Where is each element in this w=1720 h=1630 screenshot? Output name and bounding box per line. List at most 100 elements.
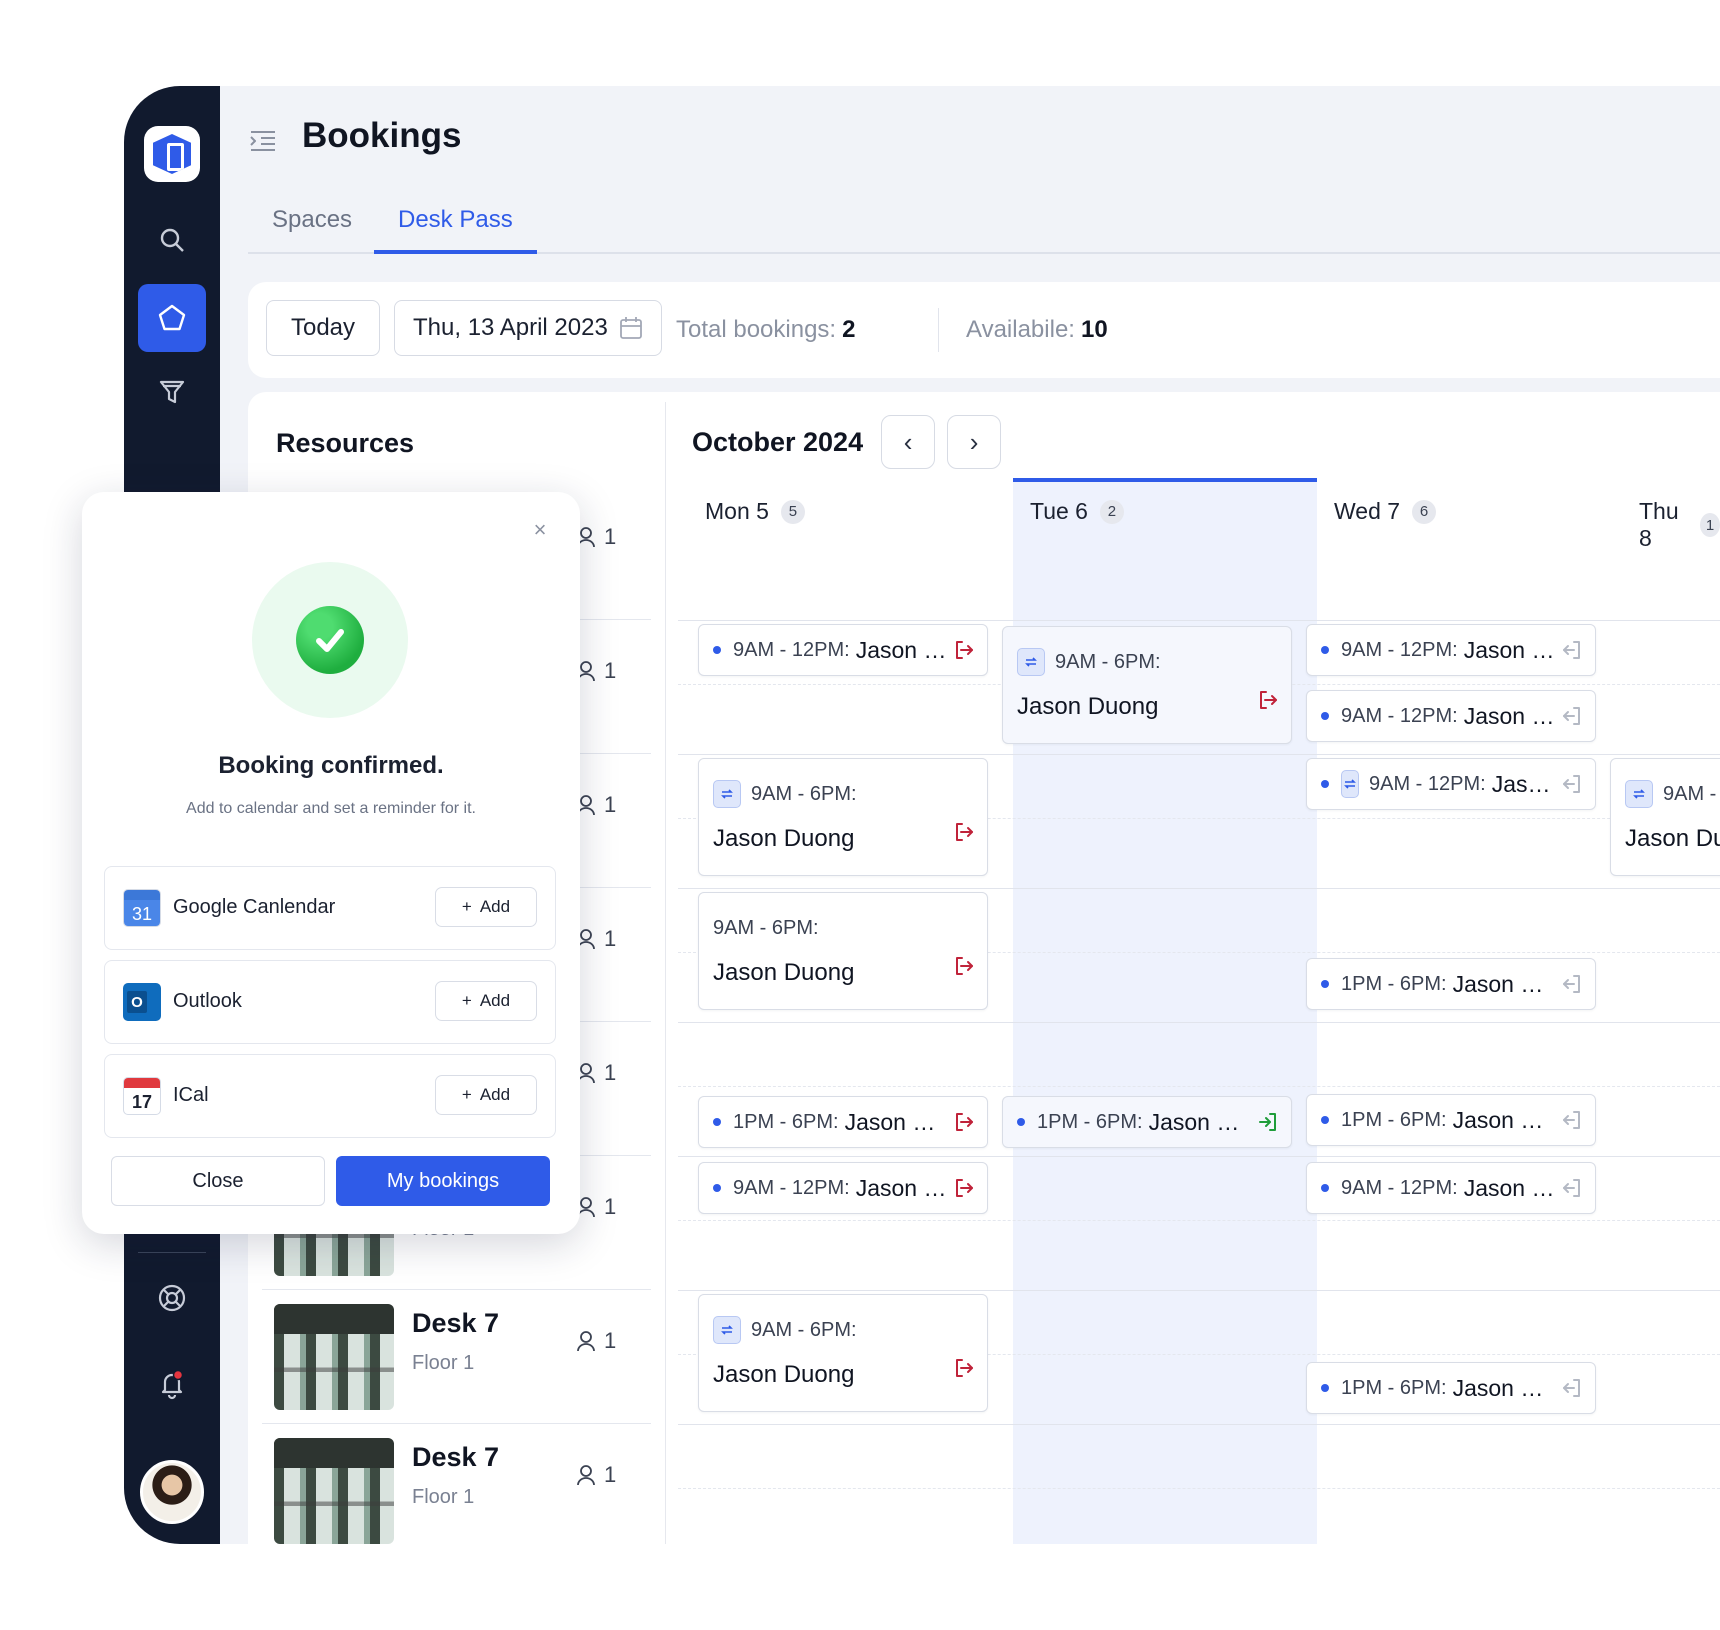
check-out-disabled xyxy=(1559,1375,1585,1401)
desk-capacity: 1 xyxy=(576,1194,616,1220)
day-count-badge: 1 xyxy=(1700,513,1720,537)
plus-icon: + xyxy=(461,897,472,916)
person-icon xyxy=(577,1331,595,1352)
prev-month-button[interactable]: ‹ xyxy=(881,415,936,469)
tab-spaces[interactable]: Spaces xyxy=(272,196,352,254)
status-dot xyxy=(1321,780,1329,788)
desk-capacity: 1 xyxy=(576,926,616,952)
booking-card[interactable]: 1PM - 6PM: Jason Duong xyxy=(1306,1362,1596,1414)
recurring-icon xyxy=(1625,780,1653,808)
booking-card[interactable]: 9AM - 6PM: Jason Duong xyxy=(1610,758,1720,876)
sidebar-divider xyxy=(138,1252,206,1253)
status-dot xyxy=(1321,712,1329,720)
check-out-disabled xyxy=(1559,1175,1585,1201)
next-month-button[interactable]: › xyxy=(947,415,1002,469)
booking-card[interactable]: 9AM - 12PM: Jason Duong xyxy=(698,624,988,676)
outlook-icon: O xyxy=(123,983,161,1021)
tab-bar: Spaces Desk Pass xyxy=(248,196,1720,254)
check-out-icon xyxy=(1260,691,1277,709)
sidebar-item-support[interactable] xyxy=(138,1264,206,1332)
my-bookings-button[interactable]: My bookings xyxy=(336,1156,550,1206)
check-out-icon xyxy=(956,1359,973,1377)
grid-line xyxy=(678,1488,1720,1489)
sidebar-item-home[interactable] xyxy=(138,284,206,352)
success-halo xyxy=(252,562,408,718)
status-dot xyxy=(1321,980,1329,988)
booking-card[interactable]: 9AM - 12PM: Jason Duong xyxy=(1306,1162,1596,1214)
check-out-button[interactable] xyxy=(951,1355,977,1381)
date-picker[interactable]: Thu, 13 April 2023 xyxy=(394,300,662,356)
grid-line xyxy=(678,1156,1720,1157)
menu-collapse-icon xyxy=(250,131,275,151)
check-out-disabled-icon xyxy=(1563,1179,1580,1197)
grid-line xyxy=(678,1220,1720,1221)
day-count-badge: 2 xyxy=(1099,499,1124,524)
check-out-icon xyxy=(956,641,973,659)
check-out-button[interactable] xyxy=(951,953,977,979)
sidebar-item-notifications[interactable] xyxy=(138,1350,206,1418)
booking-card[interactable]: 9AM - 6PM: Jason Duong xyxy=(1002,626,1292,744)
check-out-button[interactable] xyxy=(951,1175,977,1201)
booking-card[interactable]: 9AM - 6PM: Jason Duong xyxy=(698,758,988,876)
booking-confirmed-dialog: × Booking confirmed. Add to calendar and… xyxy=(82,492,580,1234)
recurring-icon xyxy=(1341,770,1359,798)
chevron-right-icon: › xyxy=(969,426,979,457)
booking-card[interactable]: 1PM - 6PM: Jason Duong xyxy=(698,1096,988,1148)
available-count: Availabile: 10 xyxy=(966,316,1108,343)
status-dot xyxy=(1321,1384,1329,1392)
check-in-button[interactable] xyxy=(1255,1109,1281,1135)
dialog-subtitle: Add to calendar and set a reminder for i… xyxy=(186,800,476,817)
chevron-left-icon: ‹ xyxy=(903,426,913,457)
booking-card[interactable]: 9AM - 12PM: Jason Duong xyxy=(1306,624,1596,676)
toolbar-divider xyxy=(938,308,939,352)
user-avatar[interactable] xyxy=(140,1460,204,1524)
calendar-option-label: Outlook xyxy=(173,990,242,1012)
booking-card[interactable]: 9AM - 12PM: Jason Duong xyxy=(1306,690,1596,742)
status-dot xyxy=(713,1184,721,1192)
bell-icon xyxy=(161,1369,184,1400)
grid-line xyxy=(678,1022,1720,1023)
add-outlook-button[interactable]: + Add xyxy=(435,981,537,1021)
add-ical-button[interactable]: + Add xyxy=(435,1075,537,1115)
desk-capacity: 1 xyxy=(576,524,616,550)
resource-row[interactable]: Desk 7 Floor 1 1 xyxy=(262,1424,651,1544)
close-button[interactable]: Close xyxy=(111,1156,325,1206)
booking-card[interactable]: 1PM - 6PM: Jason Duong xyxy=(1002,1096,1292,1148)
check-out-disabled xyxy=(1559,971,1585,997)
calendar-header: October 2024 ‹ › xyxy=(692,412,1013,472)
page-title: Bookings xyxy=(302,116,462,155)
today-button[interactable]: Today xyxy=(266,300,380,356)
dialog-close-button[interactable]: × xyxy=(528,517,552,542)
check-out-button[interactable] xyxy=(951,1109,977,1135)
booking-card[interactable]: 9AM - 12PM: Jason Duong xyxy=(698,1162,988,1214)
total-bookings: Total bookings: 2 xyxy=(676,316,856,343)
desk-floor: Floor 1 xyxy=(412,1486,475,1508)
booking-card[interactable]: 9AM - 6PM: Jason Duong xyxy=(698,1294,988,1412)
booking-card[interactable]: 9AM - 12PM: Jason Duong xyxy=(1306,758,1596,810)
check-out-button[interactable] xyxy=(951,819,977,845)
check-out-disabled-icon xyxy=(1563,1111,1580,1129)
plus-icon: + xyxy=(461,1085,472,1104)
check-out-button[interactable] xyxy=(951,637,977,663)
booking-card[interactable]: 9AM - 6PM: Jason Duong xyxy=(698,892,988,1010)
sidebar-item-filter[interactable] xyxy=(138,358,206,426)
sidebar-item-search[interactable] xyxy=(138,206,206,274)
check-out-disabled xyxy=(1559,1107,1585,1133)
tab-desk-pass[interactable]: Desk Pass xyxy=(374,196,537,254)
check-out-button[interactable] xyxy=(1255,687,1281,713)
grid-line xyxy=(678,620,1720,621)
resources-title: Resources xyxy=(276,428,415,458)
home-pentagon-icon xyxy=(158,304,186,331)
resource-row[interactable]: Desk 7 Floor 1 1 xyxy=(262,1290,651,1424)
plus-icon: + xyxy=(461,991,472,1010)
booking-card[interactable]: 1PM - 6PM: Jason Duong xyxy=(1306,1094,1596,1146)
day-header-wed: Wed 76 xyxy=(1334,498,1437,525)
app-logo[interactable] xyxy=(144,126,200,182)
grid-line xyxy=(678,1424,1720,1425)
menu-toggle-button[interactable] xyxy=(248,126,278,156)
check-out-disabled-icon xyxy=(1563,775,1580,793)
booking-card[interactable]: 1PM - 6PM: Jason Duong xyxy=(1306,958,1596,1010)
status-dot xyxy=(713,646,721,654)
add-google-calendar-button[interactable]: + Add xyxy=(435,887,537,927)
calendar-option-outlook: O Outlook + Add xyxy=(104,960,556,1044)
